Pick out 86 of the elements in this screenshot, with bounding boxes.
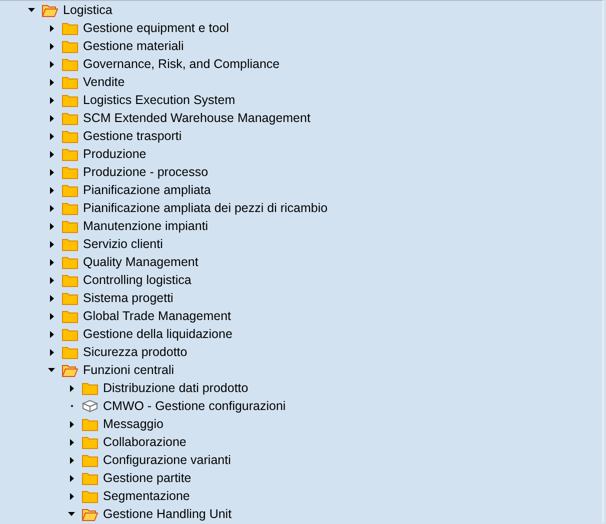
tree-item-label[interactable]: Funzioni centrali — [83, 362, 174, 378]
expand-caret-icon[interactable] — [50, 348, 54, 356]
tree-item-label[interactable]: Vendite — [83, 74, 125, 90]
tree-item-label[interactable]: Quality Management — [83, 254, 198, 270]
tree-item-label[interactable]: Gestione della liquidazione — [83, 326, 232, 342]
open-folder-icon — [82, 508, 98, 520]
tree-item-label[interactable]: Pianificazione ampliata dei pezzi di ricambio — [83, 200, 328, 216]
folder-icon — [62, 166, 78, 178]
tree-item-label[interactable]: CMWO - Gestione configurazioni — [103, 398, 286, 414]
expand-caret-icon[interactable] — [50, 168, 54, 176]
folder-icon — [62, 274, 78, 286]
folder-icon — [62, 310, 78, 322]
expand-caret-icon[interactable] — [50, 258, 54, 266]
tree-item-label[interactable]: Pianificazione ampliata — [83, 182, 211, 198]
folder-icon — [82, 472, 98, 484]
expand-caret-icon[interactable] — [50, 114, 54, 122]
tree-item-label[interactable]: Sicurezza prodotto — [83, 344, 188, 360]
folder-icon — [62, 22, 78, 34]
tree-item-label[interactable]: SCM Extended Warehouse Management — [83, 110, 310, 126]
tree-item-label[interactable]: Logistics Execution System — [83, 92, 236, 108]
expand-caret-icon[interactable] — [70, 456, 74, 464]
folder-icon — [62, 220, 78, 232]
folder-icon — [82, 382, 98, 394]
tree-item-label[interactable]: Messaggio — [103, 416, 164, 432]
expand-caret-icon[interactable] — [50, 294, 54, 302]
cube-icon — [82, 399, 98, 413]
expand-caret-icon[interactable] — [50, 96, 54, 104]
expand-caret-icon[interactable] — [50, 222, 54, 230]
open-folder-icon — [42, 4, 58, 16]
folder-icon — [62, 58, 78, 70]
folder-icon — [82, 418, 98, 430]
expand-caret-icon[interactable] — [70, 474, 74, 482]
folder-icon — [62, 328, 78, 340]
folder-icon — [82, 490, 98, 502]
expand-caret-icon[interactable] — [70, 438, 74, 446]
tree-item-label[interactable]: Manutenzione impianti — [83, 218, 208, 234]
tree-item-label[interactable]: Sistema progetti — [83, 290, 174, 306]
folder-icon — [62, 112, 78, 124]
expand-caret-icon[interactable] — [70, 420, 74, 428]
tree-item-label[interactable]: Configurazione varianti — [103, 452, 231, 468]
folder-icon — [62, 238, 78, 250]
folder-icon — [62, 94, 78, 106]
expand-caret-icon[interactable] — [50, 132, 54, 140]
collapse-caret-icon[interactable] — [28, 8, 35, 12]
tree-item-label[interactable]: Gestione partite — [103, 470, 192, 486]
tree-item-label[interactable]: Gestione equipment e tool — [83, 20, 229, 36]
tree-item-label[interactable]: Gestione trasporti — [83, 128, 182, 144]
expand-caret-icon[interactable] — [70, 384, 74, 392]
tree-item-label[interactable]: Logistica — [63, 2, 112, 18]
expand-caret-icon[interactable] — [50, 24, 54, 32]
tree-item-label[interactable]: Controlling logistica — [83, 272, 192, 288]
expand-caret-icon[interactable] — [50, 240, 54, 248]
expand-caret-icon[interactable] — [50, 330, 54, 338]
expand-caret-icon[interactable] — [50, 150, 54, 158]
folder-icon — [62, 292, 78, 304]
expand-caret-icon[interactable] — [50, 276, 54, 284]
expand-caret-icon[interactable] — [50, 78, 54, 86]
collapse-caret-icon[interactable] — [48, 368, 55, 372]
expand-caret-icon[interactable] — [50, 204, 54, 212]
expand-caret-icon[interactable] — [50, 60, 54, 68]
tree-item-label[interactable]: Collaborazione — [103, 434, 186, 450]
folder-icon — [62, 184, 78, 196]
tree-item-label[interactable]: Gestione Handling Unit — [103, 506, 232, 522]
tree-item-label[interactable]: Produzione — [83, 146, 146, 162]
folder-icon — [62, 202, 78, 214]
tree-item-label[interactable]: Produzione - processo — [83, 164, 208, 180]
folder-icon — [62, 346, 78, 358]
folder-icon — [62, 76, 78, 88]
folder-icon — [62, 148, 78, 160]
tree-item-label[interactable]: Governance, Risk, and Compliance — [83, 56, 280, 72]
tree-item-label[interactable]: Gestione materiali — [83, 38, 184, 54]
expand-caret-icon[interactable] — [50, 186, 54, 194]
expand-caret-icon[interactable] — [70, 492, 74, 500]
expand-caret-icon[interactable] — [50, 42, 54, 50]
tree-item-label[interactable]: Global Trade Management — [83, 308, 232, 324]
collapse-caret-icon[interactable] — [68, 512, 75, 516]
folder-icon — [62, 40, 78, 52]
expand-caret-icon[interactable] — [50, 312, 54, 320]
folder-icon — [82, 454, 98, 466]
tree-item-label[interactable]: Segmentazione — [103, 488, 190, 504]
folder-icon — [82, 436, 98, 448]
folder-icon — [62, 130, 78, 142]
tree-item-label[interactable]: Distribuzione dati prodotto — [103, 380, 248, 396]
folder-icon — [62, 256, 78, 268]
tree-item-label[interactable]: Servizio clienti — [83, 236, 163, 252]
open-folder-icon — [62, 364, 78, 376]
